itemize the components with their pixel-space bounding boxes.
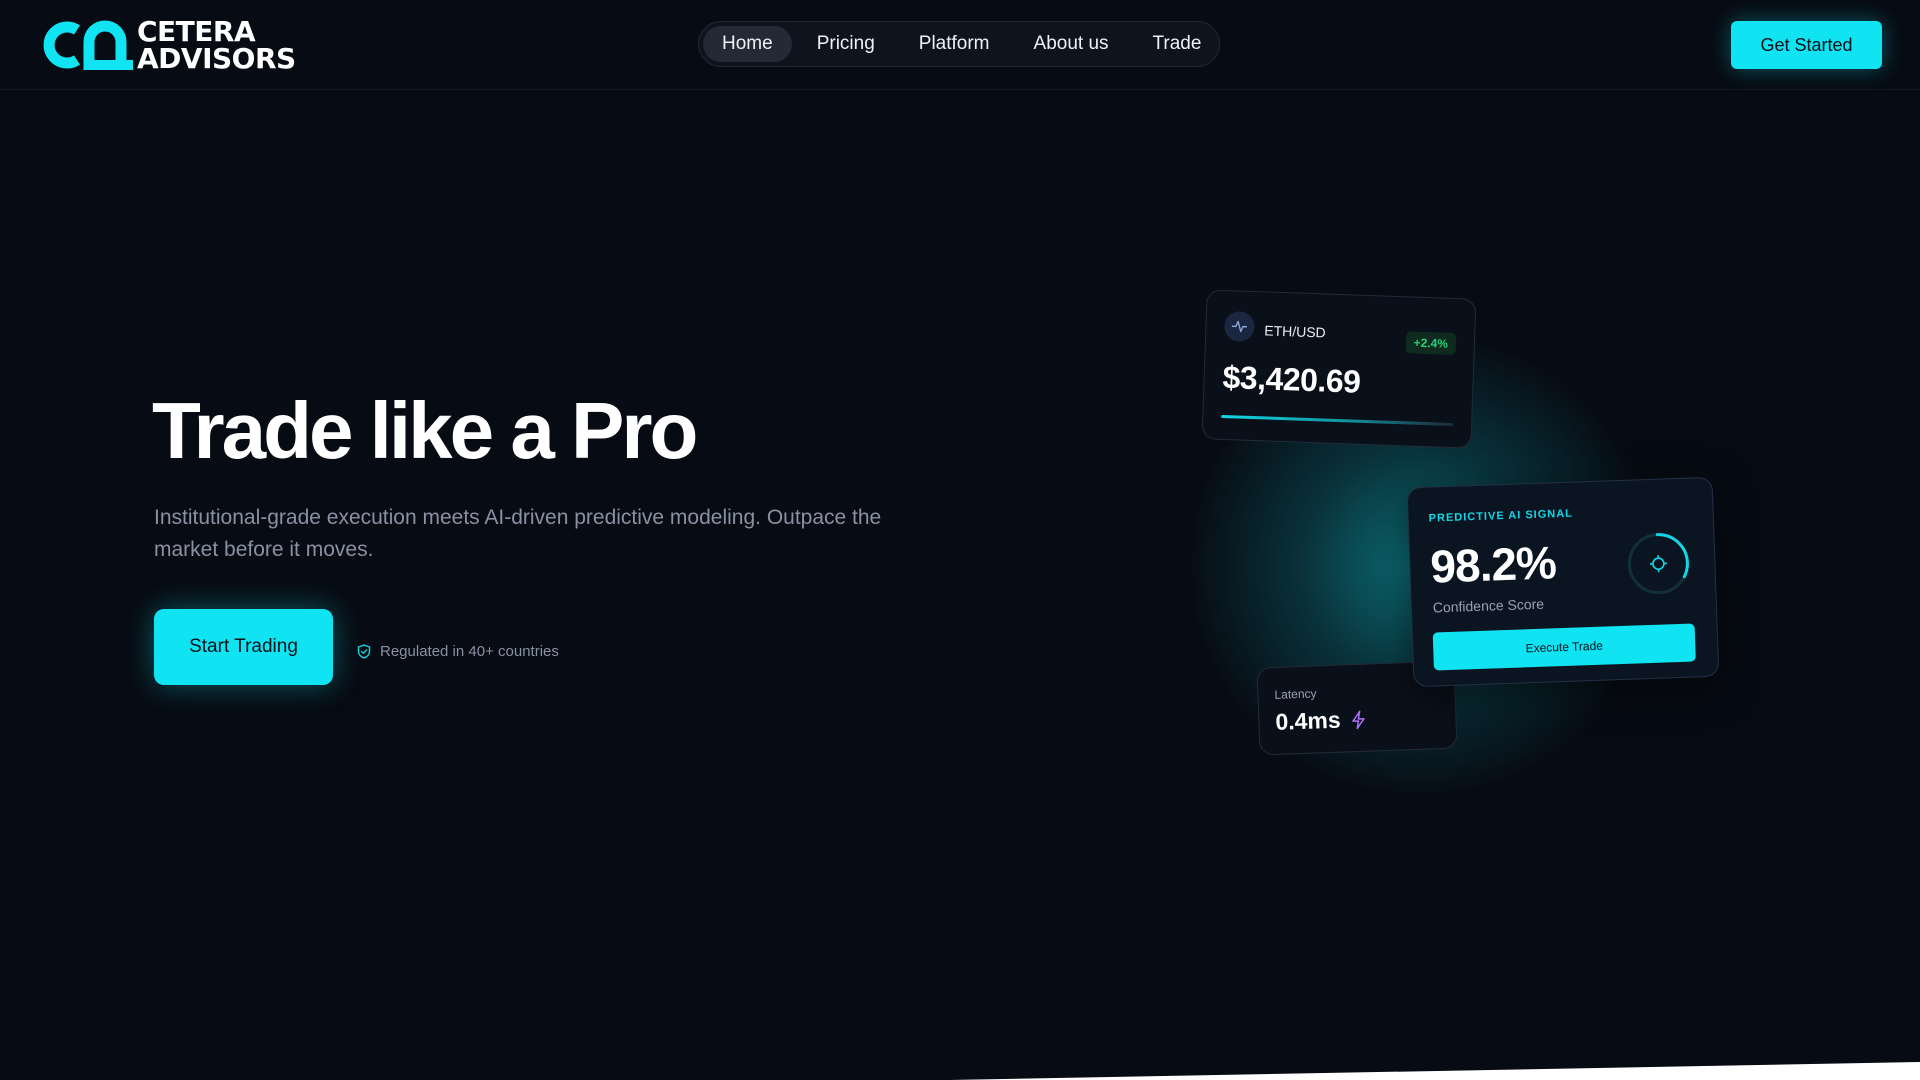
hero-subtitle: Institutional-grade execution meets AI-d… <box>154 506 882 561</box>
ai-confidence-value: 98.2% <box>1429 536 1557 593</box>
nav-item-pricing[interactable]: Pricing <box>798 26 894 62</box>
eth-price-card: ETH/USD +2.4% $3,420.69 <box>1201 289 1477 449</box>
nav-item-platform[interactable]: Platform <box>900 26 1009 62</box>
get-started-button[interactable]: Get Started <box>1731 21 1882 69</box>
lightning-icon <box>1352 710 1365 729</box>
bottom-section-edge <box>950 1062 1920 1080</box>
logo-mark-icon <box>43 20 133 70</box>
ai-signal-card: PREDICTIVE AI SIGNAL 98.2% Confidence Sc… <box>1406 476 1720 688</box>
brand-name: Cetera Advisors <box>137 15 296 75</box>
ai-confidence-label: Confidence Score <box>1432 595 1545 616</box>
nav-item-trade[interactable]: Trade <box>1134 26 1221 62</box>
crosshair-icon <box>1649 555 1667 573</box>
shield-check-icon <box>357 643 371 659</box>
confidence-ring-icon <box>1627 533 1689 595</box>
nav-item-home[interactable]: Home <box>703 26 792 62</box>
main-nav: Home Pricing Platform About us Trade <box>698 21 1220 67</box>
activity-icon <box>1223 310 1255 343</box>
ai-signal-label: PREDICTIVE AI SIGNAL <box>1428 507 1574 525</box>
nav-item-about-us[interactable]: About us <box>1015 26 1128 62</box>
latency-label: Latency <box>1274 686 1317 702</box>
eth-sparkline <box>1221 414 1454 427</box>
hero-title: Trade like a Pro <box>152 386 698 475</box>
start-trading-button[interactable]: Start Trading <box>154 609 333 685</box>
eth-change-badge: +2.4% <box>1405 331 1457 356</box>
brand-name-line2: Advisors <box>137 42 296 75</box>
eth-price-value: $3,420.69 <box>1222 358 1362 400</box>
execute-trade-button[interactable]: Execute Trade <box>1432 623 1696 671</box>
regulated-note: Regulated in 40+ countries <box>357 640 559 662</box>
regulated-text: Regulated in 40+ countries <box>380 642 559 660</box>
site-header: Cetera Advisors Home Pricing Platform Ab… <box>0 0 1920 90</box>
brand-name-line1: Cetera <box>137 15 256 48</box>
latency-value: 0.4ms <box>1274 706 1342 735</box>
brand-logo[interactable]: Cetera Advisors <box>37 16 299 74</box>
latency-value-row: 0.4ms <box>1275 706 1367 736</box>
eth-pair-label: ETH/USD <box>1264 322 1326 341</box>
